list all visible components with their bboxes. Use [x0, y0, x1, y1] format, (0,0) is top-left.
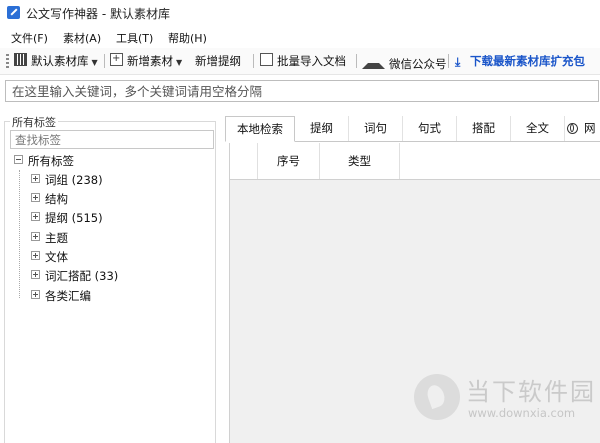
caret-down-icon: ▼: [91, 58, 98, 67]
menu-bar: 文件(F) 素材(A) 工具(T) 帮助(H): [0, 27, 600, 47]
expand-icon[interactable]: [31, 251, 40, 260]
tab-sentence-patterns[interactable]: 句式: [403, 116, 457, 141]
tag-search-input[interactable]: [11, 131, 213, 148]
menu-material[interactable]: 素材(A): [63, 30, 101, 46]
expand-icon[interactable]: [31, 174, 40, 183]
tree-node[interactable]: 词组 (238): [31, 171, 103, 189]
tree-node-count: (515): [71, 211, 103, 225]
table-header-content[interactable]: 内容: [400, 143, 600, 179]
tree-guide-line: [19, 170, 20, 298]
download-pack-button[interactable]: ⤓ 下载最新素材库扩充包: [455, 52, 585, 70]
collapse-icon[interactable]: [14, 155, 23, 164]
tree-node[interactable]: 主题: [31, 229, 68, 247]
tab-web-label: 网: [584, 121, 596, 135]
app-pen-icon: [7, 6, 20, 19]
library-icon: [14, 53, 27, 66]
add-material-label: 新增素材: [127, 54, 173, 68]
title-bar: 公文写作神器 - 默认素材库: [0, 0, 600, 26]
batch-import-label: 批量导入文档: [277, 54, 346, 68]
tree-node-label: 文体: [45, 250, 68, 264]
add-material-button[interactable]: 新增素材▼: [110, 50, 183, 70]
tag-panel-title: 所有标签: [10, 114, 58, 130]
wechat-label: 微信公众号: [389, 57, 447, 71]
tab-outline[interactable]: 提纲: [295, 116, 349, 141]
tree-node[interactable]: 文体: [31, 248, 68, 266]
toolbar-separator: [356, 54, 357, 68]
wechat-button[interactable]: 微信公众号: [362, 52, 447, 71]
batch-import-button[interactable]: 批量导入文档: [260, 52, 346, 70]
toolbar-separator: [104, 54, 105, 68]
expand-icon[interactable]: [31, 290, 40, 299]
tab-local-search[interactable]: 本地检索: [225, 116, 295, 142]
tree-node-label: 主题: [45, 231, 68, 245]
menu-file[interactable]: 文件(F): [11, 30, 48, 46]
tree-node-label: 提纲: [45, 211, 68, 225]
tree-node-count: (33): [94, 269, 119, 283]
add-document-icon: [110, 50, 123, 68]
tab-phrases[interactable]: 词句: [349, 116, 403, 141]
watermark-title: 当下软件园: [466, 378, 596, 406]
tree-node[interactable]: 词汇搭配 (33): [31, 267, 118, 285]
tab-web[interactable]: 网: [565, 116, 600, 141]
watermark-url: www.downxia.com: [468, 406, 576, 420]
tree-node-label: 词组: [45, 173, 68, 187]
download-icon: ⤓: [455, 55, 461, 69]
expand-icon[interactable]: [31, 212, 40, 221]
watermark-logo-icon: [414, 374, 460, 420]
library-label: 默认素材库: [31, 54, 89, 68]
table-header-type[interactable]: 类型: [320, 143, 400, 179]
expand-icon[interactable]: [31, 270, 40, 279]
menu-tools[interactable]: 工具(T): [116, 30, 153, 46]
download-pack-label: 下载最新素材库扩充包: [470, 54, 585, 68]
tree-node-label: 各类汇编: [45, 289, 91, 303]
tree-node-root[interactable]: 所有标签: [14, 152, 74, 170]
toolbar-grip[interactable]: [6, 54, 9, 68]
import-document-icon: [260, 53, 273, 66]
tree-node-label: 词汇搭配: [45, 269, 91, 283]
tree-node[interactable]: 各类汇编: [31, 287, 91, 305]
add-outline-label: 新增提纲: [195, 54, 241, 68]
toolbar: 默认素材库▼ 新增素材▼ 新增提纲 批量导入文档 微信公众号 ⤓下载最新素材库扩…: [0, 48, 600, 75]
caret-down-icon: ▼: [176, 58, 183, 67]
toolbar-separator: [253, 54, 254, 68]
table-header-checkbox-column[interactable]: [230, 143, 258, 179]
tree-node[interactable]: 结构: [31, 190, 68, 208]
window-title: 公文写作神器 - 默认素材库: [26, 7, 170, 21]
tab-full-text[interactable]: 全文: [511, 116, 565, 141]
tab-bar: 本地检索 提纲 词句 句式 搭配 全文 网: [225, 116, 600, 142]
keyword-search-box: [5, 80, 599, 102]
tree-node-label: 结构: [45, 192, 68, 206]
tag-search-box: [10, 130, 214, 149]
add-outline-button[interactable]: 新增提纲: [195, 52, 241, 70]
menu-help[interactable]: 帮助(H): [168, 30, 207, 46]
tree-node-label: 所有标签: [28, 154, 74, 168]
tree-node-count: (238): [71, 173, 103, 187]
expand-icon[interactable]: [31, 232, 40, 241]
table-header: 序号 类型 内容: [230, 143, 600, 180]
library-dropdown-button[interactable]: 默认素材库 ▼: [14, 52, 98, 70]
table-header-index[interactable]: 序号: [258, 143, 320, 179]
expand-icon[interactable]: [31, 193, 40, 202]
toolbar-separator: [448, 54, 449, 68]
globe-icon: [567, 123, 578, 134]
tree-node[interactable]: 提纲 (515): [31, 209, 103, 227]
home-icon: [362, 52, 385, 69]
tab-collocations[interactable]: 搭配: [457, 116, 511, 141]
keyword-search-input[interactable]: [6, 81, 598, 101]
